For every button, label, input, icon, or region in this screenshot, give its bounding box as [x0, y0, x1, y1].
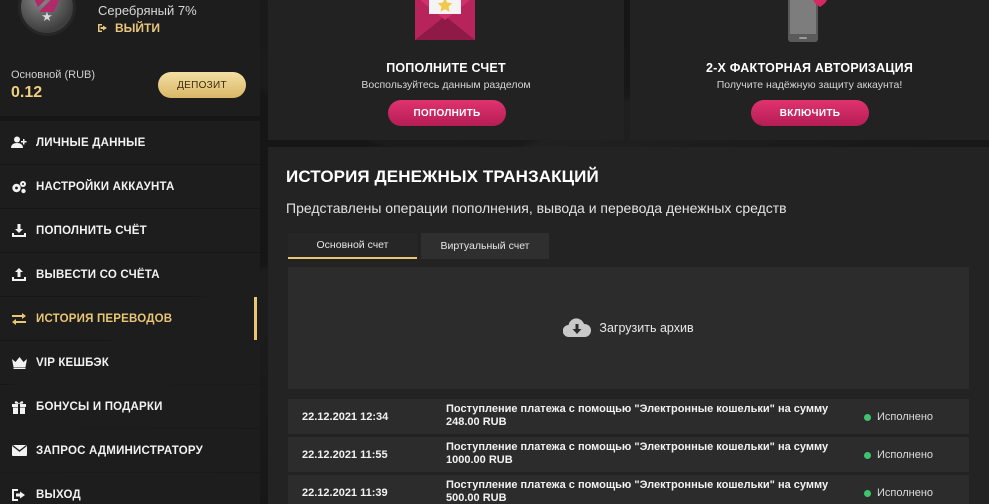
status-badge: Исполнено — [864, 411, 933, 423]
table-row: 22.12.2021 11:55 Поступление платежа с п… — [288, 437, 969, 472]
crown-icon — [10, 356, 28, 370]
balance-label: Основной (RUB) — [11, 69, 96, 81]
status-dot-icon — [864, 489, 871, 497]
sidebar: ★ Серебряный 7% ВЫЙТИ Основной (RUB) 0.1… — [0, 0, 260, 504]
table-row: 22.12.2021 12:34 Поступление платежа с п… — [288, 399, 969, 434]
transactions-table: 22.12.2021 12:34 Поступление платежа с п… — [288, 399, 969, 504]
sidebar-item-label: НАСТРОЙКИ АККАУНТА — [36, 180, 175, 193]
sidebar-item-admin-request[interactable]: ЗАПРОС АДМИНИСТРАТОРУ — [0, 429, 260, 472]
sidebar-item-label: ВЫХОД — [36, 488, 81, 501]
cloud-download-icon — [563, 318, 592, 338]
download-icon — [10, 224, 28, 238]
download-archive-button[interactable]: Загрузить архив — [288, 267, 969, 389]
sidebar-item-personal-data[interactable]: ЛИЧНЫЕ ДАННЫЕ — [0, 121, 260, 164]
status-text: Исполнено — [877, 487, 934, 499]
status-dot-icon — [864, 413, 871, 421]
sidebar-item-label: ЗАПРОС АДМИНИСТРАТОРУ — [36, 444, 203, 457]
envelope-icon — [10, 444, 28, 458]
sidebar-item-bonuses[interactable]: БОНУСЫ И ПОДАРКИ — [0, 385, 260, 428]
status-text: Исполнено — [877, 449, 934, 461]
medal-star-icon: ★ — [41, 9, 53, 24]
sidebar-item-label: БОНУСЫ И ПОДАРКИ — [36, 400, 163, 413]
enable-2fa-button[interactable]: ВКЛЮЧИТЬ — [751, 100, 869, 126]
archive-label: Загрузить архив — [599, 321, 694, 335]
logout-label: ВЫЙТИ — [115, 21, 160, 35]
twofa-promo-card: 2-Х ФАКТОРНАЯ АВТОРИЗАЦИЯ Получите надёж… — [630, 0, 989, 140]
transaction-description: Поступление платежа с помощью "Электронн… — [446, 403, 829, 428]
envelope-star-icon — [415, 0, 475, 40]
status-badge: Исполнено — [864, 487, 933, 499]
phone-heart-icon — [788, 0, 827, 42]
twofa-card-title: 2-Х ФАКТОРНАЯ АВТОРИЗАЦИЯ — [705, 61, 914, 75]
sidebar-item-label: ПОПОЛНИТЬ СЧЁТ — [36, 224, 147, 237]
tab-virtual-account[interactable]: Виртуальный счет — [421, 233, 549, 259]
status-badge: Исполнено — [864, 449, 933, 461]
user-plus-icon — [10, 136, 28, 150]
transaction-history-panel: ИСТОРИЯ ДЕНЕЖНЫХ ТРАНЗАКЦИЙ Представлены… — [268, 147, 989, 504]
sidebar-item-deposit[interactable]: ПОПОЛНИТЬ СЧЁТ — [0, 209, 260, 252]
deposit-button[interactable]: ДЕПОЗИТ — [158, 72, 246, 98]
transaction-date: 22.12.2021 12:34 — [302, 411, 389, 423]
account-tabs: Основной счет Виртуальный счет — [288, 233, 549, 259]
vip-level-text: Серебряный 7% — [98, 3, 197, 18]
logout-arrow-icon — [98, 24, 107, 32]
transaction-date: 22.12.2021 11:55 — [302, 449, 388, 461]
deposit-promo-card: ПОПОЛНИТЕ СЧЕТ Воспользуйтесь данным раз… — [268, 0, 624, 140]
sidebar-item-account-settings[interactable]: НАСТРОЙКИ АККАУНТА — [0, 165, 260, 208]
sidebar-item-label: ВЫВЕСТИ СО СЧЁТА — [36, 268, 160, 281]
sidebar-item-vip-cashback[interactable]: VIP КЕШБЭК — [0, 341, 260, 384]
sidebar-item-transfer-history[interactable]: ИСТОРИЯ ПЕРЕВОДОВ — [0, 297, 260, 340]
transaction-description: Поступление платежа с помощью "Электронн… — [446, 479, 829, 504]
logout-icon — [10, 488, 28, 502]
gift-icon — [10, 400, 28, 414]
status-text: Исполнено — [877, 411, 934, 423]
sidebar-item-exit[interactable]: ВЫХОД — [0, 473, 260, 504]
upload-icon — [10, 268, 28, 282]
profile-panel: ★ Серебряный 7% ВЫЙТИ Основной (RUB) 0.1… — [0, 0, 260, 116]
deposit-card-title: ПОПОЛНИТЕ СЧЕТ — [386, 61, 506, 75]
table-row: 22.12.2021 11:39 Поступление платежа с п… — [288, 475, 969, 504]
page-subtitle: Представлены операции пополнения, вывода… — [286, 200, 787, 216]
sidebar-menu: ЛИЧНЫЕ ДАННЫЕ НАСТРОЙКИ АККАУНТА ПОПОЛНИ… — [0, 121, 260, 504]
status-dot-icon — [864, 451, 871, 459]
deposit-card-subtitle: Воспользуйтесь данным разделом — [361, 79, 531, 91]
sidebar-item-label: ИСТОРИЯ ПЕРЕВОДОВ — [36, 312, 173, 325]
transaction-date: 22.12.2021 11:39 — [302, 487, 388, 499]
gears-icon — [10, 180, 28, 194]
balance-value: 0.12 — [11, 84, 43, 101]
twofa-card-subtitle: Получите надёжную защиту аккаунта! — [716, 79, 903, 91]
logout-link[interactable]: ВЫЙТИ — [98, 21, 160, 35]
transaction-description: Поступление платежа с помощью "Электронн… — [446, 441, 829, 466]
tab-main-account[interactable]: Основной счет — [288, 233, 417, 259]
sidebar-item-label: VIP КЕШБЭК — [36, 356, 109, 369]
replenish-button[interactable]: ПОПОЛНИТЬ — [388, 100, 506, 126]
sidebar-item-withdraw[interactable]: ВЫВЕСТИ СО СЧЁТА — [0, 253, 260, 296]
sidebar-item-label: ЛИЧНЫЕ ДАННЫЕ — [36, 136, 146, 149]
page-title: ИСТОРИЯ ДЕНЕЖНЫХ ТРАНЗАКЦИЙ — [286, 167, 599, 186]
exchange-icon — [10, 312, 28, 326]
